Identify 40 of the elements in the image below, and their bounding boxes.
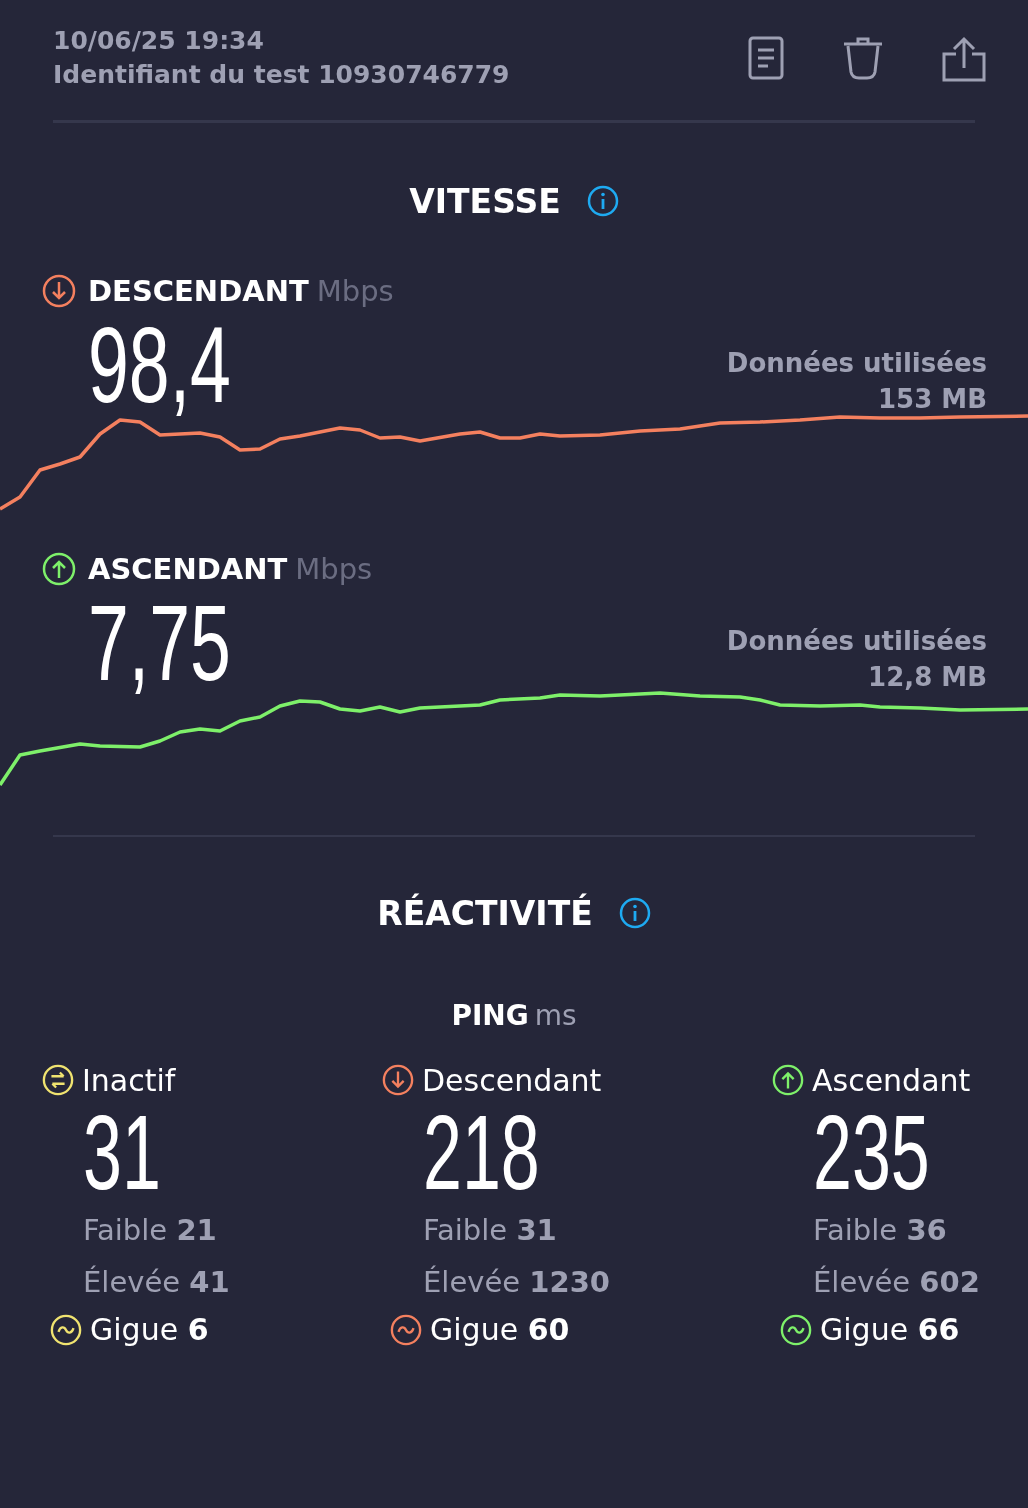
section-title: RÉACTIVITÉ xyxy=(377,893,593,933)
high-ping-text: Élevée 41 xyxy=(83,1264,231,1301)
ping-value: 218 xyxy=(423,1102,540,1202)
speed-value: 7,75 xyxy=(88,593,231,693)
unit-label: Mbps xyxy=(295,552,373,586)
ping-type-label: Ascendant xyxy=(812,1062,971,1098)
jitter-text: Gigue 60 xyxy=(430,1312,570,1347)
data-used-value: 12,8 MB xyxy=(867,661,987,694)
jitter-text: Gigue 6 xyxy=(90,1312,209,1347)
speed-label: ASCENDANT xyxy=(88,552,288,586)
ping-value: 31 xyxy=(83,1102,161,1202)
data-used-value: 153 MB xyxy=(877,383,987,416)
data-used-label: Données utilisées xyxy=(726,625,987,658)
data-used-label: Données utilisées xyxy=(726,347,987,380)
test-date: 10/06/25 19:34 xyxy=(53,25,265,57)
jitter-icon xyxy=(780,1313,812,1346)
info-icon[interactable] xyxy=(586,185,619,217)
high-ping-text: Élevée 602 xyxy=(813,1264,981,1301)
ping-value: 235 xyxy=(813,1102,930,1202)
unit-label: Mbps xyxy=(316,274,394,308)
jitter-icon xyxy=(50,1313,82,1346)
speed-value: 98,4 xyxy=(88,315,231,415)
info-icon[interactable] xyxy=(618,897,651,929)
ping-type-label: Descendant xyxy=(422,1062,602,1098)
low-ping-text: Faible 36 xyxy=(813,1212,948,1249)
ping-type-label: Inactif xyxy=(82,1062,176,1098)
swap-arrows-icon xyxy=(42,1064,74,1096)
jitter-icon xyxy=(390,1313,422,1346)
share-icon[interactable] xyxy=(942,36,986,82)
section-title: VITESSE xyxy=(409,181,561,221)
low-ping-text: Faible 31 xyxy=(423,1212,558,1249)
ping-label: PING xyxy=(451,999,529,1032)
unit-label: ms xyxy=(534,999,577,1032)
jitter-text: Gigue 66 xyxy=(820,1312,960,1347)
document-icon[interactable] xyxy=(748,36,784,80)
trash-icon[interactable] xyxy=(842,36,884,80)
test-id: Identifiant du test 10930746779 xyxy=(53,59,510,91)
high-ping-text: Élevée 1230 xyxy=(423,1264,611,1301)
low-ping-text: Faible 21 xyxy=(83,1212,218,1249)
speed-label: DESCENDANT xyxy=(88,274,309,308)
